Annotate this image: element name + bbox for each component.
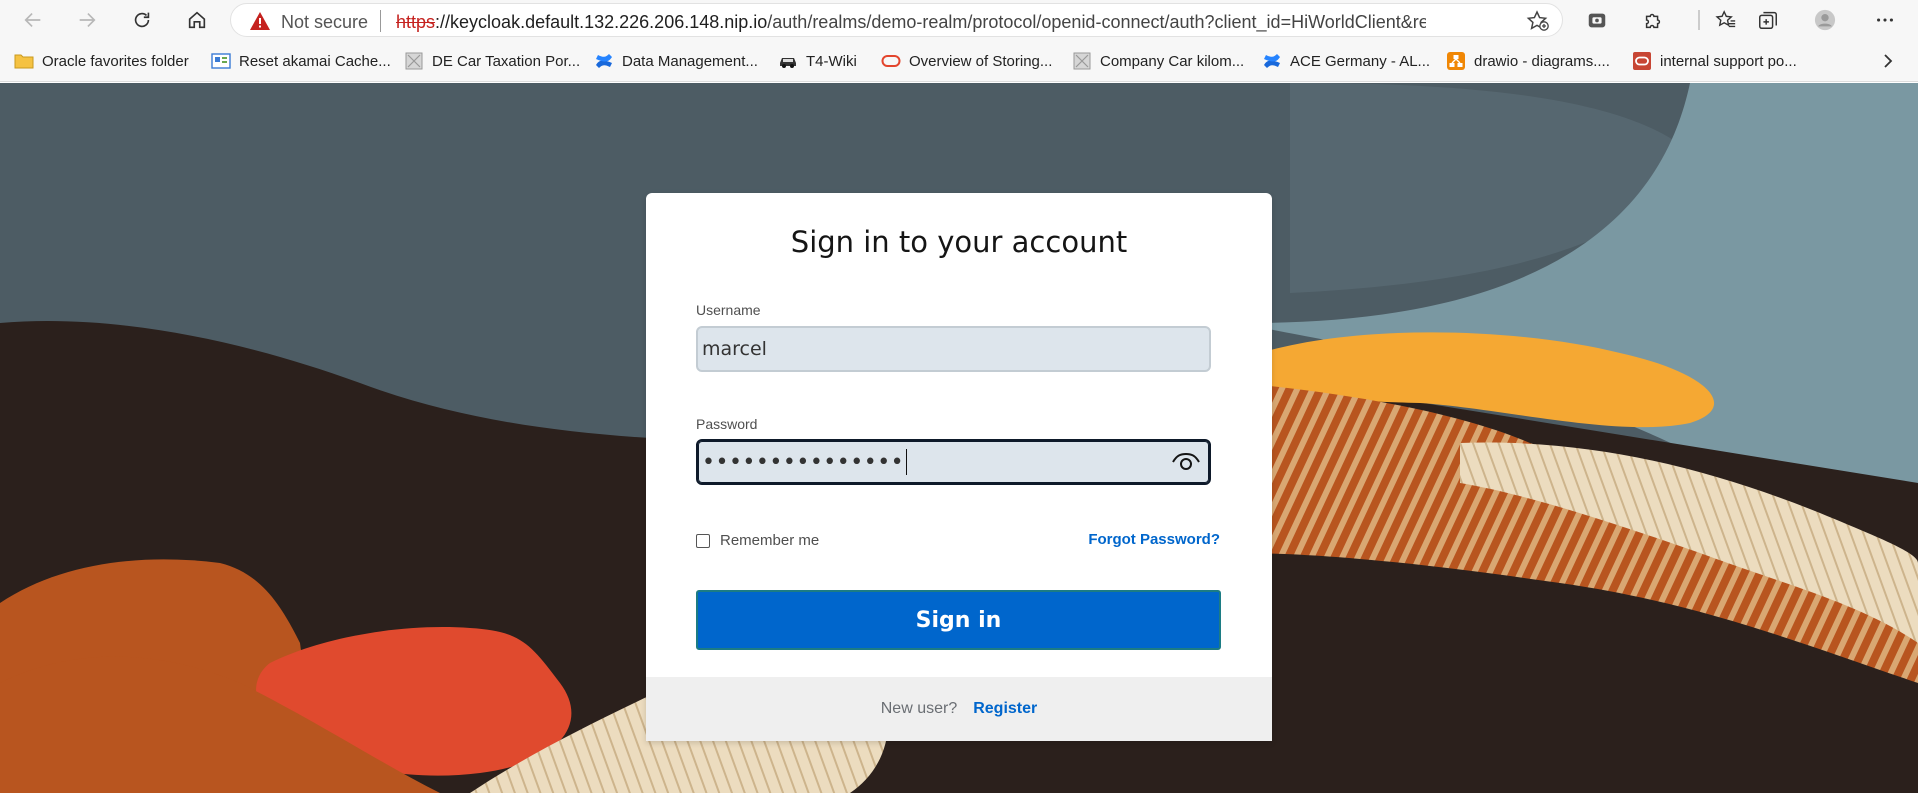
drawio-icon bbox=[1446, 51, 1466, 71]
oracle-icon bbox=[881, 51, 901, 71]
oracle-red-icon bbox=[1632, 51, 1652, 71]
sign-in-button[interactable]: Sign in bbox=[696, 590, 1221, 650]
password-label: Password bbox=[696, 416, 758, 432]
collections-icon[interactable] bbox=[1753, 6, 1783, 34]
bookmark-item[interactable]: Oracle favorites folder bbox=[14, 50, 189, 72]
page-title: Sign in to your account bbox=[790, 225, 1128, 259]
confluence-icon bbox=[594, 51, 614, 71]
address-bar[interactable]: Not secure https://keycloak.default.132.… bbox=[230, 3, 1563, 37]
new-user-label: New user? bbox=[880, 700, 958, 717]
car-icon bbox=[778, 51, 798, 71]
show-password-icon[interactable] bbox=[1171, 451, 1201, 473]
text-cursor bbox=[906, 449, 908, 475]
remember-me-label: Remember me bbox=[720, 532, 820, 549]
bookmark-label: Overview of Storing... bbox=[909, 52, 1053, 70]
bookmark-label: Reset akamai Cache... bbox=[239, 52, 391, 70]
extension-icon[interactable] bbox=[1582, 6, 1612, 34]
bookmark-label: Data Management... bbox=[622, 52, 758, 70]
bookmark-label: DE Car Taxation Por... bbox=[432, 52, 581, 70]
url-path: /auth/realms/demo-realm/protocol/openid-… bbox=[767, 12, 1426, 32]
url-host: ://keycloak.default.132.226.206.148.nip.… bbox=[435, 12, 768, 32]
warning-icon[interactable] bbox=[249, 11, 271, 31]
toolbar-divider bbox=[1698, 10, 1700, 30]
folder-icon bbox=[14, 51, 34, 71]
username-field[interactable]: marcel bbox=[696, 326, 1211, 372]
bookmarks-bar: Oracle favorites folder Reset akamai Cac… bbox=[0, 40, 1918, 82]
menu-icon[interactable] bbox=[1870, 6, 1900, 34]
register-link[interactable]: Register bbox=[973, 700, 1037, 718]
puzzle-icon[interactable] bbox=[1638, 6, 1668, 34]
favorites-icon[interactable] bbox=[1711, 6, 1741, 34]
security-status-label[interactable]: Not secure bbox=[281, 12, 368, 33]
favorite-add-icon[interactable] bbox=[1526, 10, 1550, 32]
generic-icon bbox=[1072, 51, 1092, 71]
profile-icon[interactable] bbox=[1810, 6, 1840, 34]
username-label: Username bbox=[696, 302, 761, 318]
url-scheme: https bbox=[396, 12, 436, 32]
bookmark-label: drawio - diagrams.... bbox=[1474, 52, 1610, 70]
bookmark-label: T4-Wiki bbox=[806, 52, 857, 70]
bookmark-label: ACE Germany - AL... bbox=[1290, 52, 1431, 70]
bookmark-item[interactable]: ACE Germany - AL... bbox=[1262, 50, 1430, 72]
bookmark-label: internal support po... bbox=[1660, 52, 1797, 70]
bookmark-item[interactable]: internal support po... bbox=[1632, 50, 1797, 72]
bookmark-item[interactable]: Data Management... bbox=[594, 50, 758, 72]
address-separator bbox=[380, 10, 381, 32]
password-field[interactable]: ••••••••••••••• bbox=[696, 439, 1211, 485]
username-value: marcel bbox=[702, 338, 767, 360]
bookmark-item[interactable]: Reset akamai Cache... bbox=[211, 50, 391, 72]
forgot-password-link[interactable]: Forgot Password? bbox=[1088, 531, 1220, 548]
forward-icon[interactable] bbox=[72, 6, 102, 34]
card-footer: New user? Register bbox=[646, 677, 1272, 741]
page-icon bbox=[211, 51, 231, 71]
back-icon[interactable] bbox=[18, 6, 48, 34]
bookmark-item[interactable]: drawio - diagrams.... bbox=[1446, 50, 1610, 72]
remember-me-row[interactable]: Remember me bbox=[696, 532, 819, 549]
login-background: Sign in to your account Username marcel … bbox=[0, 83, 1918, 793]
login-card: Sign in to your account Username marcel … bbox=[646, 193, 1272, 741]
bookmark-item[interactable]: T4-Wiki bbox=[778, 50, 857, 72]
generic-icon bbox=[404, 51, 424, 71]
bookmark-item[interactable]: DE Car Taxation Por... bbox=[404, 50, 580, 72]
confluence-icon bbox=[1262, 51, 1282, 71]
url-text[interactable]: https://keycloak.default.132.226.206.148… bbox=[396, 12, 1426, 33]
reload-icon[interactable] bbox=[127, 6, 157, 34]
bookmark-item[interactable]: Company Car kilom... bbox=[1072, 50, 1244, 72]
chevron-right-icon[interactable] bbox=[1880, 52, 1896, 70]
bookmark-label: Oracle favorites folder bbox=[42, 52, 189, 70]
bookmark-label: Company Car kilom... bbox=[1100, 52, 1245, 70]
bookmark-item[interactable]: Overview of Storing... bbox=[881, 50, 1052, 72]
remember-me-checkbox[interactable] bbox=[696, 533, 710, 548]
browser-toolbar: Not secure https://keycloak.default.132.… bbox=[0, 0, 1918, 40]
password-value: ••••••••••••••• bbox=[702, 449, 905, 475]
home-icon[interactable] bbox=[182, 6, 212, 34]
